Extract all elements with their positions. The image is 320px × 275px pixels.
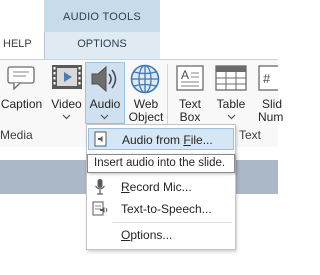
microphone-icon [95, 179, 105, 195]
text-box-label-line2: Box [179, 110, 201, 124]
audio-file-icon [94, 131, 107, 147]
table-button[interactable]: Table [212, 62, 250, 124]
chevron-down-icon [227, 114, 236, 120]
menu-item-label: Text-to-Speech... [121, 202, 212, 216]
text-box-button[interactable]: A Text Box [170, 62, 210, 124]
slide-number-label-line2: Num [258, 110, 284, 124]
chevron-down-icon [62, 114, 71, 120]
tab-help[interactable]: HELP [3, 38, 32, 50]
contextual-tab-group-label: AUDIO TOOLS [62, 11, 142, 23]
menu-item-label: Audio from File... [122, 133, 213, 147]
menu-item-record-mic[interactable]: Record Mic... [88, 176, 234, 198]
video-button[interactable]: Video [48, 62, 85, 124]
text-to-speech-icon [92, 201, 108, 216]
web-object-label-line2: Object [128, 110, 164, 124]
menu-item-audio-from-file[interactable]: Audio from File... [88, 128, 234, 150]
chevron-down-icon [100, 114, 109, 120]
group-label-text: Text [239, 128, 262, 142]
slide-number-button[interactable]: # Slid Num [252, 62, 283, 124]
menu-item-text-to-speech[interactable]: Text-to-Speech... [88, 198, 234, 220]
svg-text:#: # [263, 71, 271, 86]
text-box-icon: A [176, 65, 204, 91]
menu-item-options[interactable]: Options... [88, 224, 234, 246]
tab-options-label: OPTIONS [77, 38, 127, 50]
tab-divider [44, 32, 45, 59]
video-label: Video [51, 97, 82, 111]
caption-label: Caption [0, 97, 43, 111]
menu-item-label: Options... [121, 228, 173, 242]
globe-icon [130, 64, 160, 94]
tooltip-text: Insert audio into the slide. [94, 157, 226, 169]
menu-item-label: Record Mic... [121, 180, 192, 194]
table-icon [215, 65, 247, 91]
table-label: Table [216, 97, 246, 111]
svg-text:A: A [181, 68, 189, 82]
menu-divider [112, 222, 232, 223]
speaker-icon [91, 65, 117, 93]
film-strip-icon [52, 65, 82, 89]
caption-button[interactable]: Caption [0, 62, 43, 124]
web-object-button[interactable]: Web Object [126, 62, 166, 124]
audio-label: Audio [89, 97, 121, 111]
slide-number-icon: # [258, 65, 278, 91]
caption-icon [7, 66, 35, 90]
group-label-media: Media [0, 128, 33, 142]
